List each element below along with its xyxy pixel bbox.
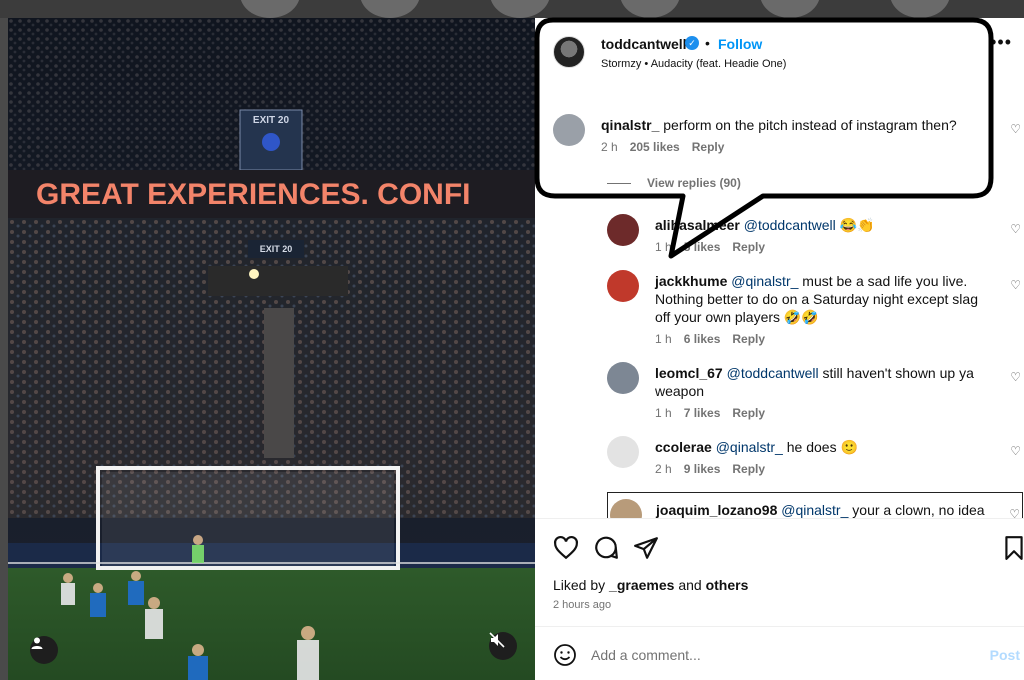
commenter-avatar[interactable] xyxy=(607,362,639,394)
comment-mention[interactable]: @toddcantwell xyxy=(744,217,836,233)
comment-likes[interactable]: 7 likes xyxy=(684,406,721,420)
comment-time: 2 h xyxy=(655,462,672,476)
reply-button[interactable]: Reply xyxy=(732,406,765,420)
like-comment-heart-icon[interactable]: ♡ xyxy=(1010,222,1021,236)
save-bookmark-icon[interactable] xyxy=(1001,535,1024,561)
background-avatar xyxy=(240,0,300,18)
background-avatar xyxy=(890,0,950,18)
verified-badge-icon: ✓ xyxy=(685,36,699,50)
like-comment-heart-icon[interactable]: ♡ xyxy=(1009,507,1020,518)
comment-likes[interactable]: 5 likes xyxy=(684,240,721,254)
comment-text: he does 🙂 xyxy=(786,439,858,455)
liked-by-user[interactable]: _graemes xyxy=(609,577,674,593)
commenter-avatar[interactable] xyxy=(553,114,585,146)
view-replies-line xyxy=(607,183,631,184)
commenter-avatar[interactable] xyxy=(607,270,639,302)
stadium-banner-text: GREAT EXPERIENCES. CONFI xyxy=(36,178,471,211)
reply-button[interactable]: Reply xyxy=(692,140,725,154)
view-replies-button[interactable]: View replies (90) xyxy=(647,176,741,190)
comment-likes[interactable]: 6 likes xyxy=(684,332,721,346)
background-avatar xyxy=(490,0,550,18)
comment-username[interactable]: leomcl_67 xyxy=(655,365,723,381)
owner-username[interactable]: toddcantwell xyxy=(601,36,687,52)
commenter-avatar[interactable] xyxy=(607,214,639,246)
background-avatar xyxy=(620,0,680,18)
comment-mention[interactable]: @qinalstr_ xyxy=(781,502,848,518)
post-timestamp[interactable]: 2 hours ago xyxy=(553,599,611,611)
comment-input[interactable] xyxy=(591,641,951,669)
comment-time: 1 h xyxy=(655,240,672,254)
owner-avatar[interactable] xyxy=(553,36,585,68)
comment-mention[interactable]: @qinalstr_ xyxy=(731,273,798,289)
comment-likes[interactable]: 205 likes xyxy=(630,140,680,154)
comment-username[interactable]: ccolerae xyxy=(655,439,712,455)
like-comment-heart-icon[interactable]: ♡ xyxy=(1010,370,1021,384)
like-heart-icon[interactable] xyxy=(553,535,579,561)
post-comment-button[interactable]: Post xyxy=(990,647,1020,663)
comments-list[interactable]: qinalstr_ perform on the pitch instead o… xyxy=(535,88,1024,518)
separator-dot: • xyxy=(705,35,710,51)
liked-by-others[interactable]: others xyxy=(706,577,749,593)
comment-time: 2 h xyxy=(601,140,618,154)
follow-button[interactable]: Follow xyxy=(718,36,762,52)
comment-mention[interactable]: @qinalstr_ xyxy=(716,439,783,455)
background-avatar xyxy=(760,0,820,18)
mute-button[interactable] xyxy=(489,632,517,660)
share-paper-plane-icon[interactable] xyxy=(633,535,659,561)
commenter-avatar[interactable] xyxy=(607,436,639,468)
comment-username[interactable]: qinalstr_ xyxy=(601,117,659,133)
exit-sign-top: EXIT 20 xyxy=(253,115,290,126)
comment-text: 😂👏 xyxy=(839,217,875,233)
comment-username[interactable]: alihasalmeer xyxy=(655,217,740,233)
comment-time: 1 h xyxy=(655,406,672,420)
comment-mention[interactable]: @toddcantwell xyxy=(727,365,819,381)
reply-button[interactable]: Reply xyxy=(732,332,765,346)
comment-username[interactable]: joaquim_lozano98 xyxy=(656,502,777,518)
stadium-scene: EXIT 20 GREAT EXPERIENCES. CONFI EXIT 20 xyxy=(8,18,535,680)
post-video[interactable]: EXIT 20 GREAT EXPERIENCES. CONFI EXIT 20 xyxy=(8,18,535,680)
comment-time: 1 h xyxy=(655,332,672,346)
post-side-panel: toddcantwell ✓ • Follow Stormzy • Audaci… xyxy=(535,18,1024,680)
exit-sign-bottom: EXIT 20 xyxy=(260,244,293,254)
like-comment-heart-icon[interactable]: ♡ xyxy=(1010,278,1021,292)
tagged-users-button[interactable] xyxy=(30,636,58,664)
comment-likes[interactable]: 9 likes xyxy=(684,462,721,476)
comment-username[interactable]: jackkhume xyxy=(655,273,727,289)
post-actions-bar: Liked by _graemes and others 2 hours ago xyxy=(535,518,1024,628)
like-comment-heart-icon[interactable]: ♡ xyxy=(1010,122,1021,136)
reply-item-highlighted: joaquim_lozano98 @qinalstr_ your a clown… xyxy=(607,492,1023,518)
audio-track-link[interactable]: Stormzy • Audacity (feat. Headie One) xyxy=(601,58,786,70)
liked-by-summary: Liked by _graemes and others xyxy=(553,577,748,593)
commenter-avatar[interactable] xyxy=(610,499,642,518)
background-avatar xyxy=(360,0,420,18)
reply-button[interactable]: Reply xyxy=(732,462,765,476)
background-story-strip xyxy=(0,0,1024,18)
like-comment-heart-icon[interactable]: ♡ xyxy=(1010,444,1021,458)
liked-by-prefix: Liked by xyxy=(553,577,610,593)
person-icon xyxy=(31,637,43,649)
emoji-icon[interactable] xyxy=(553,643,577,667)
add-comment-bar: Post xyxy=(535,626,1024,680)
more-options-icon[interactable]: ••• xyxy=(990,32,1012,53)
post-header: toddcantwell ✓ • Follow Stormzy • Audaci… xyxy=(535,18,1024,88)
muted-speaker-icon xyxy=(489,632,505,648)
liked-by-mid: and xyxy=(674,577,706,593)
comment-text: perform on the pitch instead of instagra… xyxy=(663,117,957,133)
comment-bubble-icon[interactable] xyxy=(593,535,619,561)
reply-button[interactable]: Reply xyxy=(732,240,765,254)
